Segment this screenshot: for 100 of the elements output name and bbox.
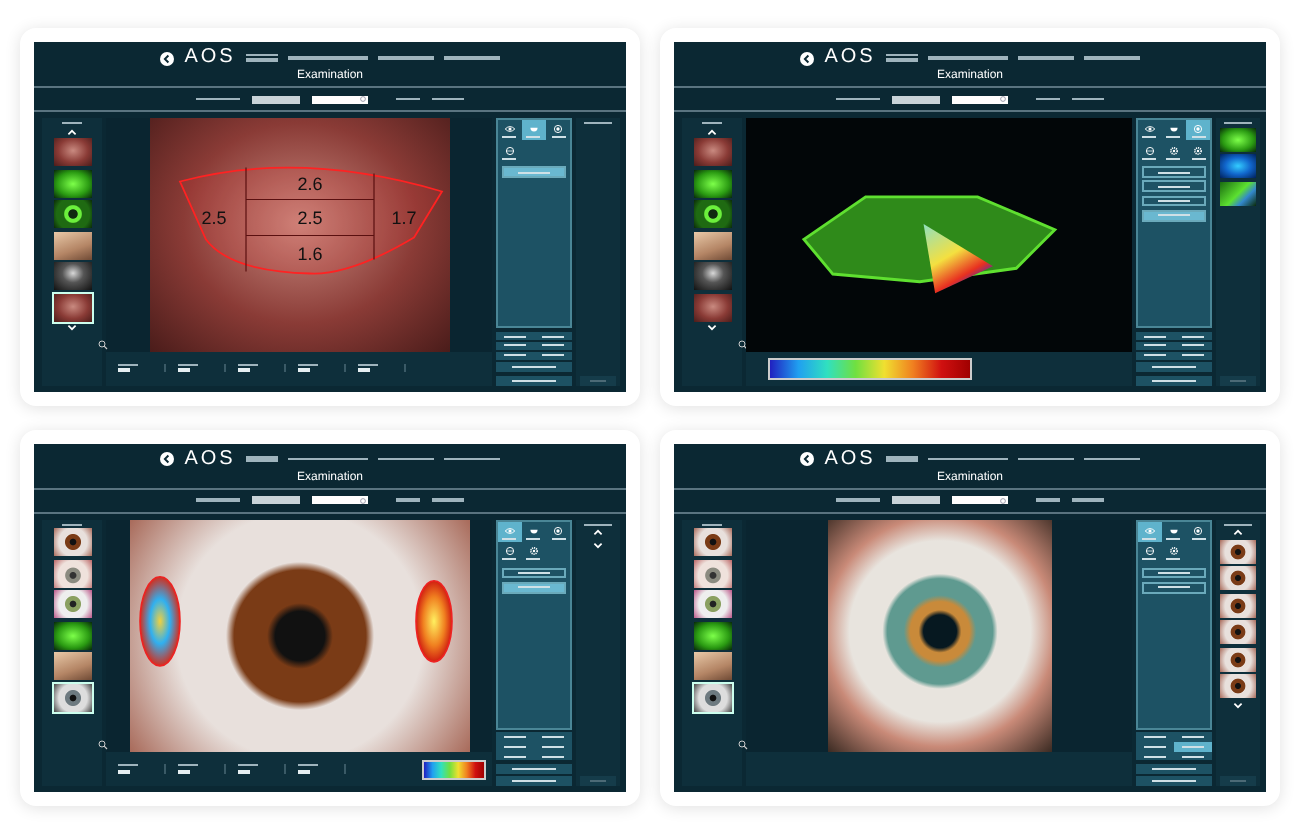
- image-thumbnail[interactable]: [53, 200, 91, 229]
- image-thumbnail[interactable]: [53, 683, 91, 712]
- tool-tab[interactable]: [1138, 141, 1162, 163]
- image-thumbnail[interactable]: [53, 652, 91, 681]
- date-field[interactable]: [252, 95, 300, 103]
- image-thumbnail[interactable]: [693, 621, 731, 650]
- save-analysis-button[interactable]: [496, 375, 572, 385]
- image-thumbnail[interactable]: [53, 262, 91, 291]
- tool-button[interactable]: [496, 732, 534, 742]
- image-thumbnail[interactable]: [53, 528, 91, 557]
- saved-result-thumbnail[interactable]: [1220, 593, 1256, 618]
- reset-button[interactable]: [496, 763, 572, 774]
- tool-button[interactable]: [1174, 732, 1212, 742]
- save-analysis-button[interactable]: [1136, 776, 1212, 786]
- action-button[interactable]: [1142, 567, 1206, 579]
- tool-tab[interactable]: [498, 120, 522, 141]
- scroll-up-icon[interactable]: [706, 127, 718, 136]
- zoom-icon[interactable]: [738, 339, 748, 349]
- image-thumbnail[interactable]: [693, 231, 731, 260]
- date-field[interactable]: [892, 496, 940, 504]
- scroll-down-icon[interactable]: [1232, 701, 1244, 710]
- action-button[interactable]: [1142, 166, 1206, 178]
- image-thumbnail[interactable]: [53, 169, 91, 198]
- date-field[interactable]: [252, 496, 300, 504]
- action-button[interactable]: [1142, 209, 1206, 222]
- zoom-icon[interactable]: [738, 740, 748, 750]
- tool-button[interactable]: [496, 752, 534, 761]
- tool-button[interactable]: [534, 732, 572, 742]
- scroll-down-icon[interactable]: [706, 324, 718, 333]
- save-analysis-button[interactable]: [1136, 375, 1212, 385]
- reset-button[interactable]: [496, 362, 572, 373]
- tool-tab[interactable]: [522, 120, 546, 141]
- tool-button[interactable]: [1136, 351, 1174, 360]
- tool-tab[interactable]: [1186, 141, 1210, 163]
- image-thumbnail[interactable]: [693, 559, 731, 588]
- action-button[interactable]: [1142, 581, 1206, 594]
- tool-button[interactable]: [534, 331, 572, 341]
- image-thumbnail[interactable]: [693, 683, 731, 712]
- image-thumbnail[interactable]: [693, 528, 731, 557]
- action-button[interactable]: [1142, 195, 1206, 207]
- image-thumbnail[interactable]: [53, 559, 91, 588]
- image-thumbnail[interactable]: [693, 262, 731, 291]
- tool-button[interactable]: [496, 742, 534, 752]
- tool-button[interactable]: [496, 331, 534, 341]
- tool-button[interactable]: [1136, 742, 1174, 752]
- image-thumbnail[interactable]: [693, 652, 731, 681]
- back-icon[interactable]: [160, 452, 175, 466]
- image-thumbnail[interactable]: [53, 590, 91, 619]
- tool-button[interactable]: [1174, 351, 1212, 360]
- saved-result-thumbnail[interactable]: [1220, 674, 1256, 699]
- saved-result-thumbnail[interactable]: [1220, 620, 1256, 645]
- tool-button[interactable]: [534, 341, 572, 351]
- action-button[interactable]: [502, 567, 566, 579]
- tool-button[interactable]: [1136, 732, 1174, 742]
- saved-result-thumbnail[interactable]: [1220, 181, 1256, 206]
- image-thumbnail[interactable]: [53, 293, 91, 322]
- tool-tab[interactable]: [1186, 521, 1210, 542]
- reset-button[interactable]: [1136, 763, 1212, 774]
- image-thumbnail[interactable]: [53, 621, 91, 650]
- tool-button[interactable]: [534, 742, 572, 752]
- image-thumbnail[interactable]: [693, 138, 731, 167]
- tool-tab[interactable]: [498, 542, 522, 564]
- image-thumbnail[interactable]: [693, 200, 731, 229]
- tool-button[interactable]: [1136, 341, 1174, 351]
- image-thumbnail[interactable]: [693, 293, 731, 322]
- tool-tab[interactable]: [546, 521, 570, 542]
- image-thumbnail[interactable]: [693, 169, 731, 198]
- tool-tab[interactable]: [498, 141, 522, 163]
- tool-tab[interactable]: [1186, 120, 1210, 141]
- tool-button[interactable]: [534, 752, 572, 761]
- tool-button[interactable]: [1136, 331, 1174, 341]
- scroll-up-icon[interactable]: [66, 127, 78, 136]
- scroll-up-icon[interactable]: [1232, 528, 1244, 537]
- eye-select[interactable]: [952, 95, 1008, 103]
- tool-button[interactable]: [534, 351, 572, 360]
- tool-button[interactable]: [496, 341, 534, 351]
- scroll-down-icon[interactable]: [66, 324, 78, 333]
- tool-tab[interactable]: [1138, 542, 1162, 564]
- back-icon[interactable]: [800, 51, 815, 65]
- saved-result-thumbnail[interactable]: [1220, 566, 1256, 591]
- zoom-icon[interactable]: [98, 740, 108, 750]
- save-analysis-button[interactable]: [496, 776, 572, 786]
- tool-tab[interactable]: [546, 120, 570, 141]
- date-field[interactable]: [892, 95, 940, 103]
- zoom-icon[interactable]: [98, 339, 108, 349]
- saved-result-thumbnail[interactable]: [1220, 647, 1256, 672]
- scroll-down-icon[interactable]: [592, 542, 604, 551]
- tool-button[interactable]: [1174, 341, 1212, 351]
- tool-button[interactable]: [496, 351, 534, 360]
- action-button[interactable]: [1142, 180, 1206, 193]
- tool-tab[interactable]: [1138, 120, 1162, 141]
- reset-button[interactable]: [1136, 362, 1212, 373]
- saved-result-thumbnail[interactable]: [1220, 154, 1256, 179]
- action-button[interactable]: [502, 581, 566, 594]
- tool-button[interactable]: [1174, 752, 1212, 761]
- tool-button[interactable]: [1136, 752, 1174, 761]
- image-thumbnail[interactable]: [53, 138, 91, 167]
- image-thumbnail[interactable]: [693, 590, 731, 619]
- scroll-up-icon[interactable]: [592, 528, 604, 537]
- eye-select[interactable]: [312, 95, 368, 103]
